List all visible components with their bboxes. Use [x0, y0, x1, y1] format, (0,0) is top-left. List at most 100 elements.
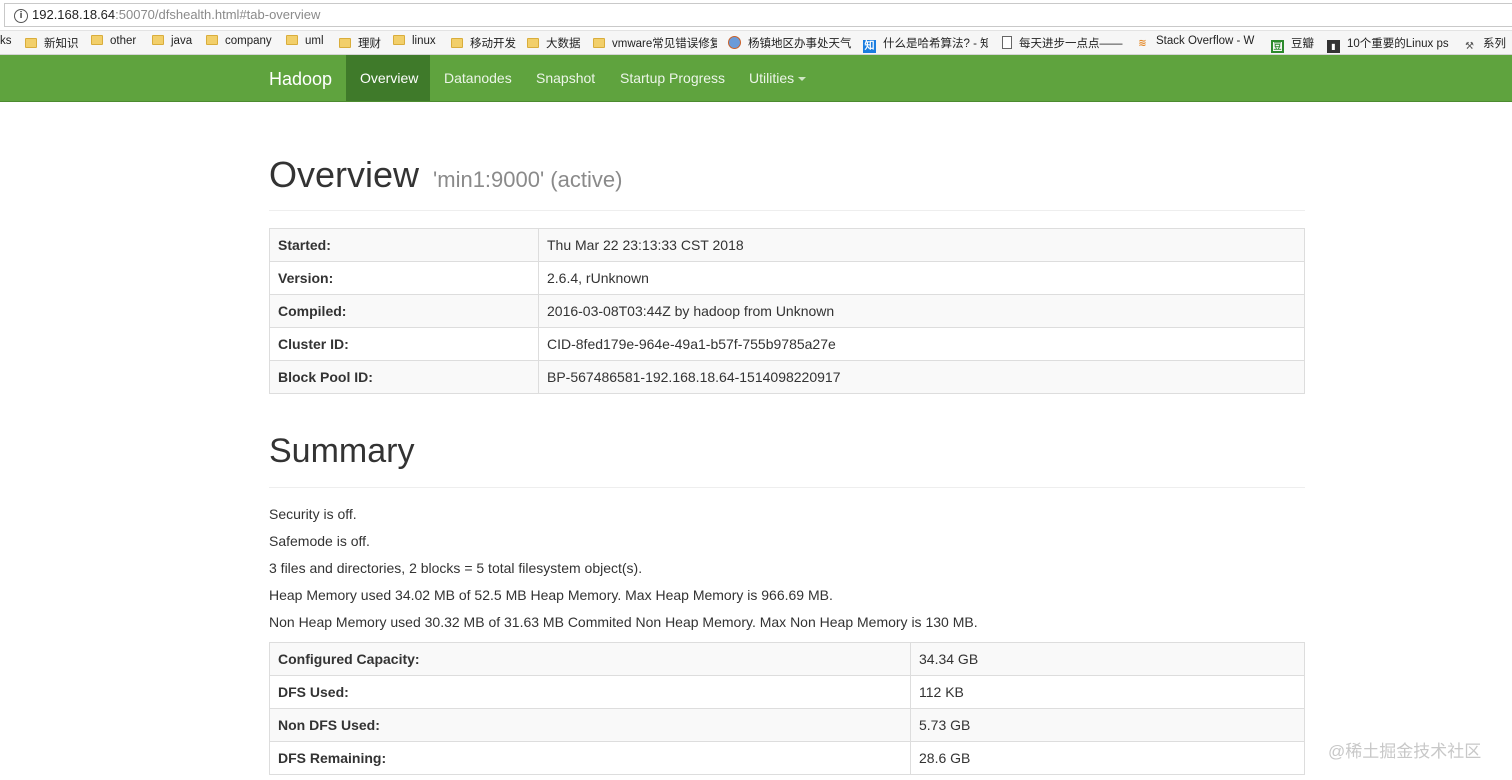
row-key: Cluster ID:: [269, 327, 539, 361]
folder-icon: [527, 38, 539, 48]
row-value: 28.6 GB: [910, 741, 1305, 775]
document-icon: [1002, 36, 1012, 49]
row-key: Compiled:: [269, 294, 539, 328]
folder-icon: [91, 35, 103, 45]
folder-icon: [206, 35, 218, 45]
bookmark-label: ks: [0, 35, 12, 47]
bookmark-icon: ▮: [1327, 40, 1340, 53]
bookmark-label: 理财: [358, 38, 381, 50]
bookmark-item[interactable]: ⚒ 系列: [1463, 35, 1506, 53]
nav-snapshot[interactable]: Snapshot: [522, 55, 609, 101]
bookmark-folder[interactable]: java: [152, 35, 192, 47]
bookmark-item[interactable]: 每天进步一点点——: [1002, 35, 1124, 51]
heap-memory: Heap Memory used 34.02 MB of 52.5 MB Hea…: [269, 587, 833, 603]
globe-icon: [728, 36, 741, 49]
folder-icon: [593, 38, 605, 48]
summary-title: Summary: [269, 432, 415, 470]
page-title: Overview 'min1:9000' (active): [269, 154, 622, 196]
row-value: 34.34 GB: [910, 642, 1305, 676]
table-row: Compiled: 2016-03-08T03:44Z by hadoop fro…: [269, 294, 1305, 328]
brand-logo[interactable]: Hadoop: [269, 69, 332, 90]
table-row: Block Pool ID: BP-567486581-192.168.18.64…: [269, 360, 1305, 394]
bookmark-folder[interactable]: 新知识: [25, 35, 79, 51]
bookmark-label: Stack Overflow - W: [1156, 35, 1255, 47]
bookmark-item[interactable]: ≋ Stack Overflow - W: [1136, 35, 1260, 50]
row-value: 112 KB: [910, 675, 1305, 709]
divider: [269, 210, 1305, 211]
overview-table: Started: Thu Mar 22 23:13:33 CST 2018 Ver…: [269, 228, 1305, 394]
douban-icon: 豆: [1271, 40, 1284, 53]
bookmark-label: 10个重要的Linux ps: [1347, 38, 1449, 50]
safemode-status: Safemode is off.: [269, 533, 370, 549]
overview-subtitle: 'min1:9000' (active): [433, 167, 623, 192]
bookmark-folder[interactable]: other: [91, 35, 136, 47]
nav-startup-progress[interactable]: Startup Progress: [606, 55, 739, 101]
capacity-table: Configured Capacity: 34.34 GB DFS Used: 11…: [269, 642, 1305, 775]
bookmark-label: 杨镇地区办事处天气: [748, 38, 852, 50]
nav-overview[interactable]: Overview: [346, 55, 430, 101]
non-heap-memory: Non Heap Memory used 30.32 MB of 31.63 M…: [269, 614, 978, 630]
bookmark-folder[interactable]: 移动开发: [451, 35, 516, 51]
bookmark-label: 豆瓣: [1291, 38, 1314, 50]
stackoverflow-icon: ≋: [1138, 38, 1147, 49]
row-value: 2.6.4, rUnknown: [538, 261, 1305, 295]
bookmarks-bar: ks 新知识 other java company uml 理财 linux 移…: [0, 31, 1512, 55]
table-row: DFS Used: 112 KB: [269, 675, 1305, 709]
bookmark-item[interactable]: 杨镇地区办事处天气: [728, 35, 852, 51]
bookmark-label: company: [225, 35, 272, 47]
bookmark-label: 系列: [1483, 38, 1506, 50]
bookmark-folder[interactable]: uml: [286, 35, 324, 47]
security-status: Security is off.: [269, 506, 357, 522]
bookmark-label: uml: [305, 35, 324, 47]
row-value: BP-567486581-192.168.18.64-1514098220917: [538, 360, 1305, 394]
folder-icon: [339, 38, 351, 48]
url-host: 192.168.18.64: [32, 7, 116, 22]
row-value: 2016-03-08T03:44Z by hadoop from Unknown: [538, 294, 1305, 328]
url-input[interactable]: i 192.168.18.64:50070/dfshealth.html#tab…: [4, 3, 1512, 27]
row-value: Thu Mar 22 23:13:33 CST 2018: [538, 228, 1305, 262]
zhihu-icon: 知: [863, 40, 876, 53]
table-row: Non DFS Used: 5.73 GB: [269, 708, 1305, 742]
row-value: CID-8fed179e-964e-49a1-b57f-755b9785a27e: [538, 327, 1305, 361]
bookmark-folder[interactable]: company: [206, 35, 272, 47]
bookmark-item[interactable]: 豆豆瓣: [1271, 35, 1314, 53]
table-row: Started: Thu Mar 22 23:13:33 CST 2018: [269, 228, 1305, 262]
bookmark-label: java: [171, 35, 193, 47]
nav-datanodes[interactable]: Datanodes: [430, 55, 526, 101]
bookmark-folder[interactable]: vmware常见错误修复: [593, 35, 717, 51]
bookmark-label: vmware常见错误修复: [612, 38, 717, 50]
bookmark-label: 移动开发: [470, 38, 516, 50]
row-key: Block Pool ID:: [269, 360, 539, 394]
row-key: Version:: [269, 261, 539, 295]
nav-utilities-label: Utilities: [749, 70, 795, 86]
overview-title: Overview: [269, 154, 420, 195]
folder-icon: [286, 35, 298, 45]
watermark: @稀土掘金技术社区: [1328, 742, 1482, 761]
bookmark-label: linux: [412, 35, 436, 47]
table-row: Version: 2.6.4, rUnknown: [269, 261, 1305, 295]
url-text: 192.168.18.64:50070/dfshealth.html#tab-o…: [32, 7, 320, 22]
bookmark-item[interactable]: ▮ 10个重要的Linux ps: [1327, 35, 1453, 53]
folder-icon: [25, 38, 37, 48]
nav-utilities[interactable]: Utilities: [735, 55, 820, 101]
bookmark-label: other: [110, 35, 137, 47]
table-row: DFS Remaining: 28.6 GB: [269, 741, 1305, 775]
bookmark-folder[interactable]: 理财: [339, 35, 381, 51]
bookmark-item[interactable]: ks: [0, 35, 12, 47]
row-value: 5.73 GB: [910, 708, 1305, 742]
folder-icon: [393, 35, 405, 45]
url-path: :50070/dfshealth.html#tab-overview: [115, 7, 321, 22]
bookmark-folder[interactable]: linux: [393, 35, 436, 47]
address-bar: i 192.168.18.64:50070/dfshealth.html#tab…: [0, 0, 1512, 31]
info-icon[interactable]: i: [14, 9, 28, 23]
table-row: Cluster ID: CID-8fed179e-964e-49a1-b57f-7…: [269, 327, 1305, 361]
row-key: Configured Capacity:: [269, 642, 911, 676]
row-key: Started:: [269, 228, 539, 262]
bookmark-folder[interactable]: 大数据: [527, 35, 581, 51]
row-key: DFS Used:: [269, 675, 911, 709]
bookmark-item[interactable]: 知什么是哈希算法? - 知: [863, 35, 988, 53]
row-key: DFS Remaining:: [269, 741, 911, 775]
folder-icon: [152, 35, 164, 45]
bookmark-label: 大数据: [546, 38, 581, 50]
bookmark-label: 每天进步一点点——: [1019, 38, 1123, 50]
